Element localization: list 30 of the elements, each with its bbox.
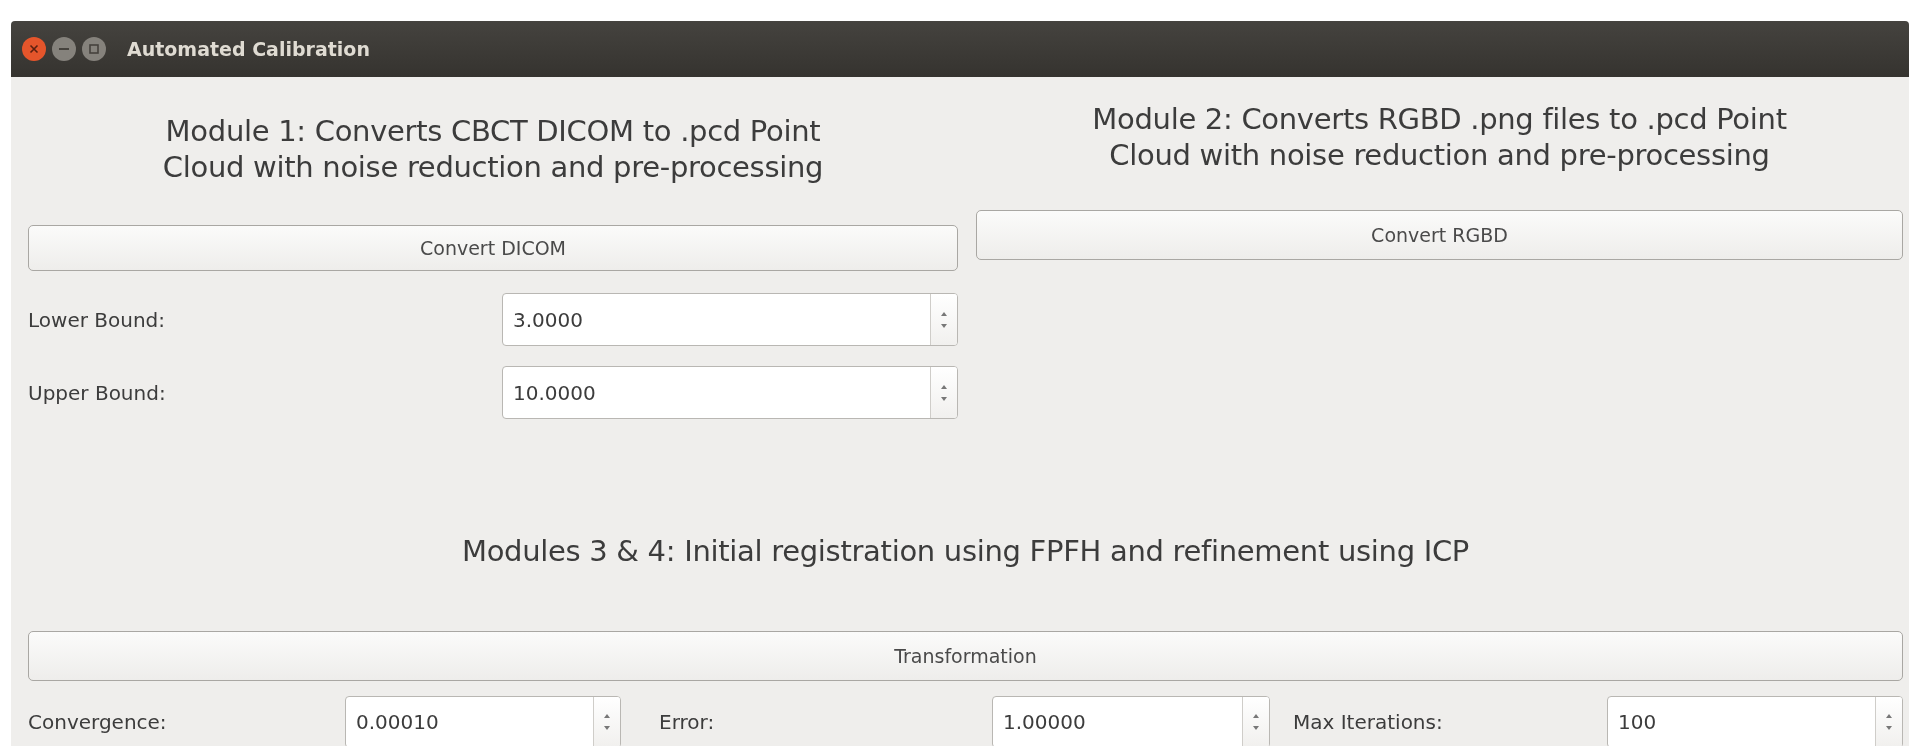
- stepper-arrows[interactable]: [593, 697, 620, 746]
- field-label: Error:: [659, 710, 716, 734]
- stepper-arrows[interactable]: [930, 294, 957, 345]
- field-label: Upper Bound:: [28, 380, 167, 405]
- module-heading: Module 2: Converts RGBD .png files to .pcd Point Cloud with noise reduction and pre-processing: [1091, 101, 1788, 173]
- field-label: Max Iterations:: [1293, 710, 1444, 734]
- down-arrow-icon: [603, 725, 611, 731]
- window-title: Automated Calibration: [127, 38, 370, 60]
- up-arrow-icon: [603, 713, 611, 719]
- module-heading: Module 1: Converts CBCT DICOM to .pcd Point Cloud with noise reduction and pre-processing: [161, 113, 825, 185]
- stepper-arrows[interactable]: [1242, 697, 1269, 746]
- up-arrow-icon: [940, 310, 948, 317]
- field-label: Convergence:: [28, 710, 168, 734]
- convert-rgbd-button[interactable]: Convert RGBD: [976, 210, 1903, 260]
- convert-dicom-button[interactable]: Convert DICOM: [28, 225, 958, 271]
- down-arrow-icon: [1885, 725, 1893, 731]
- maximize-icon[interactable]: [81, 36, 107, 62]
- stepper-arrows[interactable]: [1875, 697, 1902, 746]
- up-arrow-icon: [1252, 713, 1260, 719]
- field-label: Lower Bound:: [28, 307, 166, 332]
- close-icon[interactable]: [21, 36, 47, 62]
- stepper-arrows[interactable]: [930, 367, 957, 418]
- minimize-icon[interactable]: [51, 36, 77, 62]
- down-arrow-icon: [940, 395, 948, 402]
- down-arrow-icon: [1252, 725, 1260, 731]
- transformation-button[interactable]: Transformation: [28, 631, 1903, 681]
- up-arrow-icon: [1885, 713, 1893, 719]
- module-heading: Modules 3 & 4: Initial registration using FPFH and refinement using ICP: [460, 533, 1471, 569]
- up-arrow-icon: [940, 383, 948, 390]
- down-arrow-icon: [940, 322, 948, 329]
